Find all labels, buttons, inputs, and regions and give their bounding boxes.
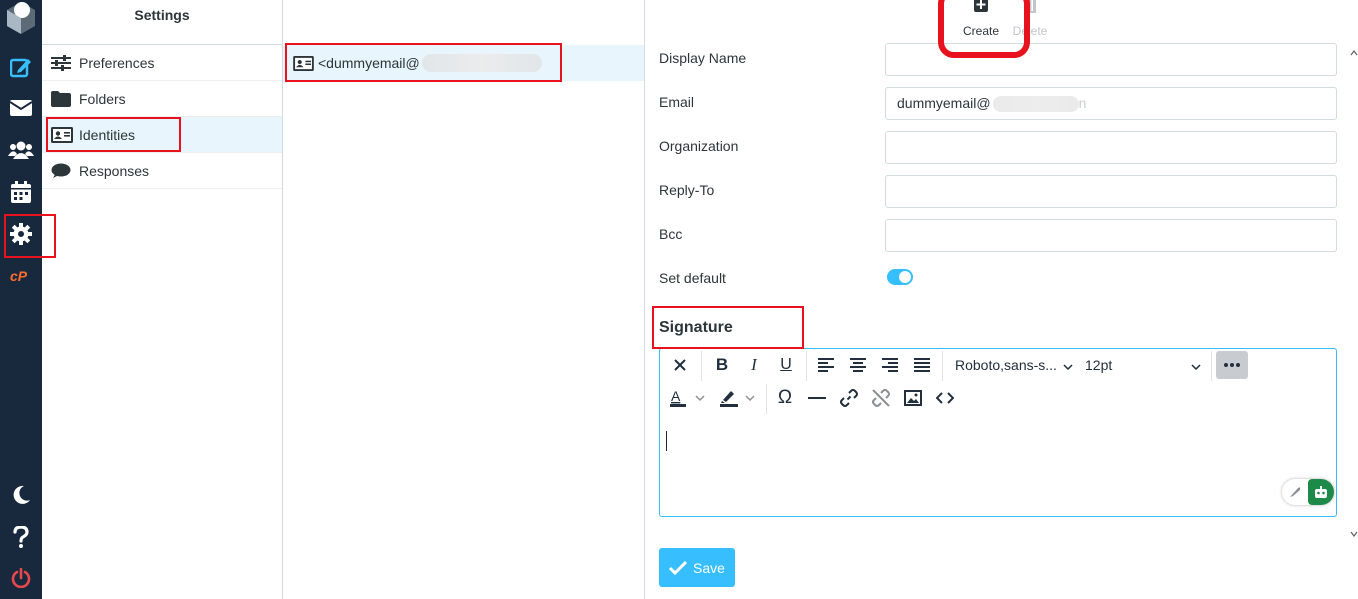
underline-icon[interactable]: U xyxy=(772,351,800,379)
text-color-icon[interactable]: A xyxy=(666,384,712,412)
set-default-label: Set default xyxy=(659,270,726,286)
email-input[interactable]: dummyemail@ n xyxy=(885,87,1337,120)
toolbar-separator xyxy=(1211,351,1212,381)
redacted-blur xyxy=(992,96,1079,113)
logout-power-icon[interactable] xyxy=(0,560,42,596)
settings-item-label: Folders xyxy=(79,90,126,107)
align-center-icon[interactable] xyxy=(844,351,872,379)
link-icon[interactable] xyxy=(835,384,863,412)
reply-to-label: Reply-To xyxy=(659,182,715,198)
app-sidebar: cP xyxy=(0,0,42,599)
save-label: Save xyxy=(693,559,725,576)
bcc-input[interactable] xyxy=(885,219,1337,252)
toolbar-separator xyxy=(806,351,807,381)
reply-to-input[interactable] xyxy=(885,175,1337,208)
create-label: Create xyxy=(962,24,1000,38)
create-button[interactable]: Create xyxy=(956,0,1006,40)
form-scrollbar[interactable] xyxy=(1350,45,1358,542)
identity-row[interactable]: <dummyemail@ xyxy=(283,45,644,81)
toolbar-separator xyxy=(942,351,943,381)
chevron-down-icon xyxy=(1191,357,1201,373)
id-card-icon xyxy=(293,55,314,71)
settings-item-responses[interactable]: Responses xyxy=(42,153,282,189)
compose-icon[interactable] xyxy=(0,49,42,85)
font-size-select[interactable]: 12pt xyxy=(1085,351,1205,379)
font-size-value: 12pt xyxy=(1085,357,1113,373)
delete-button[interactable]: Delete xyxy=(1005,0,1055,40)
trash-icon xyxy=(1023,0,1037,17)
font-family-select[interactable]: Roboto,sans-s... xyxy=(955,351,1073,379)
toolbar-separator xyxy=(701,351,702,381)
robot-icon xyxy=(1308,479,1334,505)
save-button[interactable]: Save xyxy=(659,548,735,587)
dark-mode-moon-icon[interactable] xyxy=(0,477,42,513)
highlight-color-icon[interactable] xyxy=(716,384,762,412)
align-justify-icon[interactable] xyxy=(908,351,936,379)
email-tail: n xyxy=(1078,95,1087,111)
settings-item-label: Identities xyxy=(79,126,136,143)
display-name-label: Display Name xyxy=(659,50,747,66)
bcc-label: Bcc xyxy=(659,226,683,242)
grammar-widget[interactable] xyxy=(1282,479,1334,505)
plus-square-icon xyxy=(973,0,989,17)
svg-text:cP: cP xyxy=(10,268,28,284)
organization-label: Organization xyxy=(659,138,739,154)
settings-item-preferences[interactable]: Preferences xyxy=(42,45,282,81)
settings-header: Settings xyxy=(42,0,282,45)
source-code-icon[interactable] xyxy=(931,384,959,412)
form-toolbar: Create Delete xyxy=(645,0,1358,45)
settings-item-label: Preferences xyxy=(79,54,155,71)
unlink-icon[interactable] xyxy=(867,384,895,412)
settings-gear-icon[interactable] xyxy=(0,216,42,252)
roundcube-logo-icon[interactable] xyxy=(2,0,40,36)
identities-list: <dummyemail@ xyxy=(283,0,645,599)
delete-label: Delete xyxy=(1012,24,1048,38)
cpanel-icon[interactable]: cP xyxy=(0,258,42,294)
clear-format-x-icon[interactable] xyxy=(666,351,694,379)
identity-form: Create Delete Display Name Email dummyem… xyxy=(645,0,1358,599)
redacted-blur xyxy=(421,54,542,72)
align-left-icon[interactable] xyxy=(812,351,840,379)
set-default-toggle[interactable] xyxy=(887,269,913,285)
font-family-value: Roboto,sans-s... xyxy=(955,357,1057,373)
text-cursor xyxy=(666,431,667,451)
settings-item-folders[interactable]: Folders xyxy=(42,81,282,117)
svg-text:A: A xyxy=(671,388,681,404)
signature-title: Signature xyxy=(659,319,733,336)
toolbar-separator xyxy=(766,384,767,414)
align-right-icon[interactable] xyxy=(876,351,904,379)
identity-label: <dummyemail@ xyxy=(318,55,420,71)
folder-icon xyxy=(51,90,73,108)
contacts-icon[interactable] xyxy=(0,132,42,168)
horizontal-rule-icon[interactable] xyxy=(803,384,831,412)
feather-icon xyxy=(1288,485,1302,502)
organization-input[interactable] xyxy=(885,131,1337,164)
more-options-icon[interactable] xyxy=(1216,351,1248,379)
mail-icon[interactable] xyxy=(0,90,42,126)
signature-editor: B I U Roboto,sans-s... 12pt A Ω xyxy=(659,348,1337,517)
settings-item-identities[interactable]: Identities xyxy=(42,117,282,153)
help-question-icon[interactable] xyxy=(0,519,42,555)
display-name-input[interactable] xyxy=(885,43,1337,76)
chevron-down-icon xyxy=(1063,357,1073,373)
settings-panel: Settings Preferences Folders Identities … xyxy=(42,0,283,599)
email-value: dummyemail@ xyxy=(897,95,991,111)
special-char-omega-icon[interactable]: Ω xyxy=(771,384,799,412)
sliders-icon xyxy=(51,54,73,72)
italic-icon[interactable]: I xyxy=(740,351,768,379)
settings-item-label: Responses xyxy=(79,162,150,179)
comment-icon xyxy=(51,162,73,180)
image-icon[interactable] xyxy=(899,384,927,412)
email-label: Email xyxy=(659,94,695,110)
calendar-icon[interactable] xyxy=(0,174,42,210)
check-icon xyxy=(669,560,688,575)
bold-icon[interactable]: B xyxy=(708,351,736,379)
id-card-icon xyxy=(51,126,73,144)
